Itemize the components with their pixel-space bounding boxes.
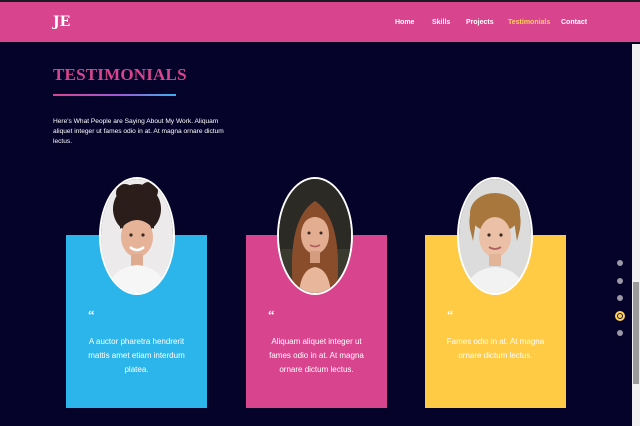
nav-link-skills[interactable]: Skills <box>432 19 450 26</box>
nav-link-projects[interactable]: Projects <box>466 19 494 26</box>
nav-link-testimonials[interactable]: Testimonials <box>508 19 550 26</box>
slide-dot-1[interactable] <box>617 260 623 266</box>
nav-link-contact[interactable]: Contact <box>561 19 587 26</box>
slide-dot-3[interactable] <box>617 295 623 301</box>
slide-dot-5[interactable] <box>617 330 623 336</box>
section-title: TESTIMONIALS <box>53 65 187 84</box>
avatar-woman-long-hair <box>277 177 353 295</box>
quote-icon: “ <box>88 307 95 322</box>
quote-icon: “ <box>447 307 454 322</box>
navbar: JE Home Skills Projects Testimonials Con… <box>0 2 640 42</box>
testimonial-text: Aliquam aliquet integer ut fames odio in… <box>269 337 364 374</box>
slide-dot-4-active[interactable] <box>615 311 625 321</box>
slide-dot-2[interactable] <box>617 278 623 284</box>
nav-link-home[interactable]: Home <box>395 19 414 26</box>
testimonial-text: A auctor pharetra hendrerit mattis amet … <box>88 337 185 374</box>
quote-icon: “ <box>268 307 275 322</box>
scrollbar-thumb[interactable] <box>633 282 639 384</box>
avatar-woman-curly-hair <box>99 177 175 295</box>
logo[interactable]: JE <box>53 14 70 30</box>
scrollbar[interactable] <box>632 44 640 426</box>
title-underline <box>53 94 176 96</box>
avatar-man-wavy-hair <box>457 177 533 295</box>
section-intro: Here's What People are Saying About My W… <box>53 118 224 145</box>
testimonial-text: Fames odio in at. At magna ornare dictum… <box>446 337 545 360</box>
